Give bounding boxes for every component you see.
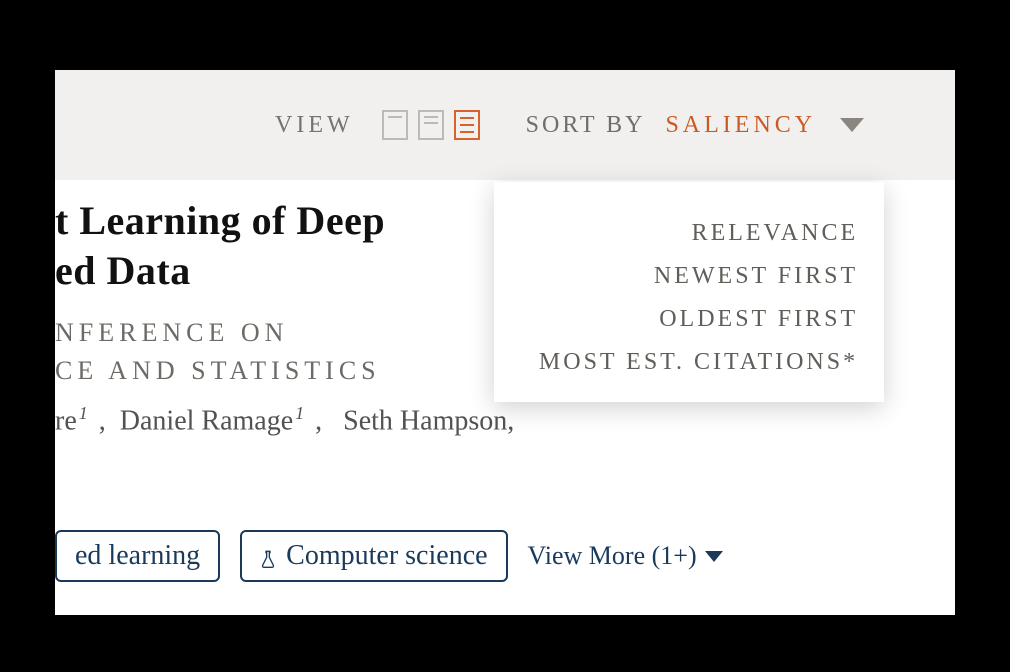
view-medium-icon[interactable] [418,110,444,140]
chevron-down-icon [705,551,723,562]
affiliation-marker: 1 [79,403,88,423]
paper-header: t Learning of Deep ed Data NFERENCE ON C… [55,196,514,438]
topic-tag[interactable]: Computer science [240,530,507,582]
tags-row: ed learning Computer science View More (… [55,530,723,582]
sort-by-label: SORT BY [526,112,646,139]
sort-option-citations[interactable]: MOST EST. CITATIONS* [520,341,858,384]
sort-option-newest[interactable]: NEWEST FIRST [520,255,858,298]
title-line-2: ed Data [55,248,191,293]
view-compact-icon[interactable] [382,110,408,140]
venue-line-2: CE AND STATISTICS [55,356,381,385]
venue-line-1: NFERENCE ON [55,318,288,347]
affiliation-marker: 1 [295,403,304,423]
chevron-down-icon[interactable] [840,118,864,132]
results-panel: VIEW SORT BY SALIENCY RELEVANCE NEWEST F… [55,70,955,615]
sort-area: SORT BY SALIENCY RELEVANCE NEWEST FIRST … [526,112,864,139]
title-line-1: t Learning of Deep [55,198,385,243]
view-label: VIEW [275,112,354,139]
view-full-icon[interactable] [454,110,480,140]
sort-selected-value[interactable]: SALIENCY [665,112,816,139]
tag-label: Computer science [286,540,487,572]
flask-icon [260,546,276,566]
view-more-tags[interactable]: View More (1+) [528,541,723,571]
toolbar: VIEW SORT BY SALIENCY RELEVANCE NEWEST F… [55,70,955,180]
view-density-group [382,110,480,140]
author-3[interactable]: Seth Hampson, [343,406,514,437]
paper-authors: re1 , Daniel Ramage1 , Seth Hampson, [55,403,514,437]
author-2[interactable]: Daniel Ramage [120,406,293,437]
paper-title[interactable]: t Learning of Deep ed Data [55,196,514,296]
sort-option-relevance[interactable]: RELEVANCE [520,212,858,255]
sort-dropdown: RELEVANCE NEWEST FIRST OLDEST FIRST MOST… [494,182,884,402]
view-more-label: View More (1+) [528,541,697,571]
sort-option-oldest[interactable]: OLDEST FIRST [520,298,858,341]
topic-tag[interactable]: ed learning [55,530,220,582]
paper-venue: NFERENCE ON CE AND STATISTICS [55,314,514,389]
author-fragment[interactable]: re [55,406,77,437]
tag-label: ed learning [75,540,200,572]
